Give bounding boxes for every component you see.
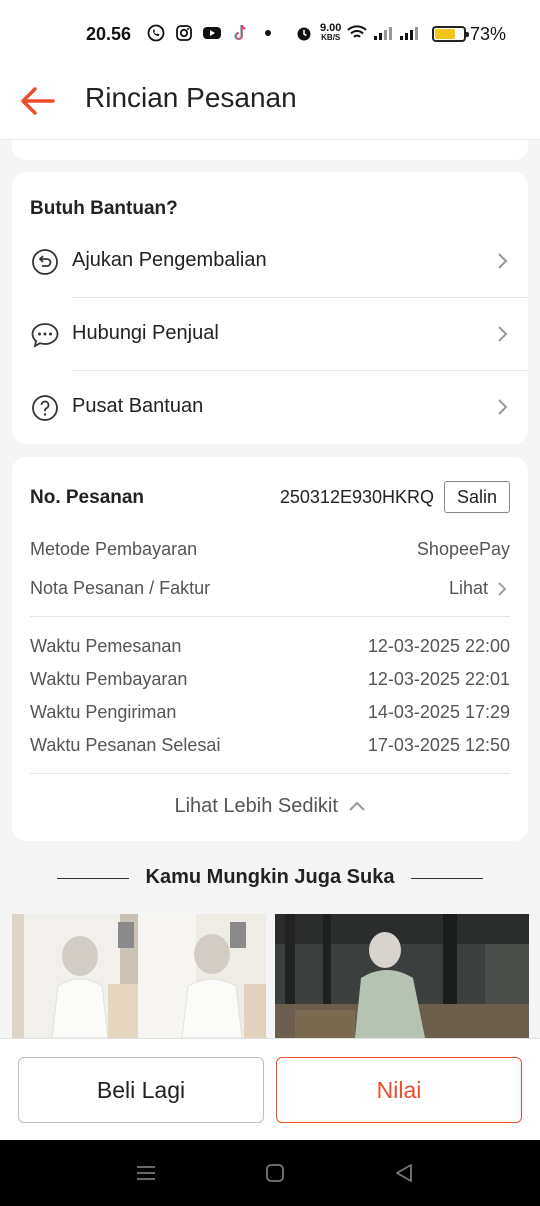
home-icon — [266, 1164, 284, 1182]
help-icon — [30, 393, 60, 423]
net-speed-value: 9.00 — [320, 22, 342, 34]
back-button[interactable] — [16, 80, 58, 122]
time-row: Waktu Pemesanan 12-03-2025 22:00 — [30, 636, 510, 662]
invoice-label: Nota Pesanan / Faktur — [30, 578, 211, 598]
invoice-link[interactable]: Lihat — [449, 578, 488, 599]
notification-icons — [146, 23, 278, 43]
arrow-left-icon — [21, 87, 55, 115]
time-label: Waktu Pemesanan — [30, 636, 182, 656]
status-time: 20.56 — [86, 24, 132, 44]
back-triangle-icon — [396, 1164, 412, 1182]
app-header: Rincian Pesanan — [0, 66, 540, 140]
whatsapp-icon — [146, 23, 166, 43]
recommendations-title: Kamu Mungkin Juga Suka — [145, 866, 395, 888]
help-card: Butuh Bantuan? Ajukan Pengembalian Hubun… — [12, 172, 528, 444]
previous-card-edge — [12, 140, 528, 160]
show-less-toggle[interactable]: Lihat Lebih Sedikit — [12, 795, 528, 818]
time-row: Waktu Pengiriman 14-03-2025 17:29 — [30, 702, 510, 728]
time-row: Waktu Pembayaran 12-03-2025 22:01 — [30, 669, 510, 695]
help-item-help-center[interactable]: Pusat Bantuan — [12, 371, 528, 444]
chat-icon — [30, 320, 60, 350]
return-icon — [30, 247, 60, 277]
payment-method-value: ShopeePay — [416, 539, 510, 559]
payment-method-row: Metode Pembayaran ShopeePay — [30, 539, 510, 565]
time-value: 14-03-2025 17:29 — [367, 702, 510, 722]
time-label: Waktu Pengiriman — [30, 702, 177, 722]
battery-percent: 73% — [470, 24, 507, 44]
chevron-right-icon — [492, 251, 512, 271]
system-nav-bar — [0, 1140, 540, 1206]
help-item-label: Ajukan Pengembalian — [72, 249, 267, 271]
help-item-return[interactable]: Ajukan Pengembalian — [12, 225, 528, 298]
time-label: Waktu Pesanan Selesai — [30, 735, 221, 755]
buy-again-button[interactable]: Beli Lagi — [18, 1057, 264, 1123]
tiktok-icon — [230, 23, 250, 43]
help-title: Butuh Bantuan? — [30, 198, 178, 219]
time-row: Waktu Pesanan Selesai 17-03-2025 12:50 — [30, 735, 510, 761]
chevron-up-icon — [348, 795, 366, 818]
back-nav-button[interactable] — [392, 1162, 416, 1184]
net-speed: 9.00 KB/S — [320, 22, 342, 43]
instagram-icon — [174, 23, 194, 43]
help-item-label: Hubungi Penjual — [72, 322, 219, 344]
battery-fill — [435, 29, 456, 39]
payment-method-label: Metode Pembayaran — [30, 539, 198, 559]
divider — [30, 616, 510, 617]
wifi-icon — [347, 23, 368, 43]
action-bar: Beli Lagi Nilai — [0, 1038, 540, 1140]
system-icons: 9.00 KB/S — [294, 23, 419, 43]
signal-2-icon — [399, 23, 419, 43]
youtube-icon — [202, 23, 222, 43]
product-card[interactable] — [12, 914, 266, 1038]
menu-icon — [137, 1166, 155, 1180]
dot-icon — [258, 23, 278, 43]
recents-button[interactable] — [134, 1162, 158, 1184]
net-speed-unit: KB/S — [321, 33, 341, 42]
divider — [30, 773, 510, 774]
chevron-right-icon — [494, 580, 510, 598]
product-card[interactable] — [275, 914, 529, 1038]
status-bar: 20.56 9.00 KB/S 73% — [0, 0, 540, 66]
show-less-label: Lihat Lebih Sedikit — [174, 795, 338, 817]
time-value: 12-03-2025 22:00 — [367, 636, 510, 656]
copy-button[interactable]: Salin — [444, 481, 510, 513]
page-title: Rincian Pesanan — [85, 82, 297, 113]
battery-icon — [432, 26, 469, 42]
product-image — [275, 914, 529, 1038]
order-card: No. Pesanan 250312E930HKRQ Salin Metode … — [12, 457, 528, 841]
signal-1-icon — [373, 23, 393, 43]
order-number-label: No. Pesanan — [30, 487, 145, 508]
invoice-row[interactable]: Nota Pesanan / Faktur Lihat — [30, 578, 510, 604]
chevron-right-icon — [492, 397, 512, 417]
chevron-right-icon — [492, 324, 512, 344]
rate-button[interactable]: Nilai — [276, 1057, 522, 1123]
time-label: Waktu Pembayaran — [30, 669, 188, 689]
home-button[interactable] — [263, 1162, 287, 1184]
help-item-label: Pusat Bantuan — [72, 395, 204, 417]
battery-nub — [466, 32, 469, 37]
product-image — [12, 914, 266, 1038]
time-value: 12-03-2025 22:01 — [367, 669, 510, 689]
help-item-chat[interactable]: Hubungi Penjual — [12, 298, 528, 371]
alarm-icon — [294, 23, 314, 43]
divider — [411, 878, 483, 879]
time-value: 17-03-2025 12:50 — [367, 735, 510, 755]
order-number: 250312E930HKRQ — [279, 487, 434, 507]
